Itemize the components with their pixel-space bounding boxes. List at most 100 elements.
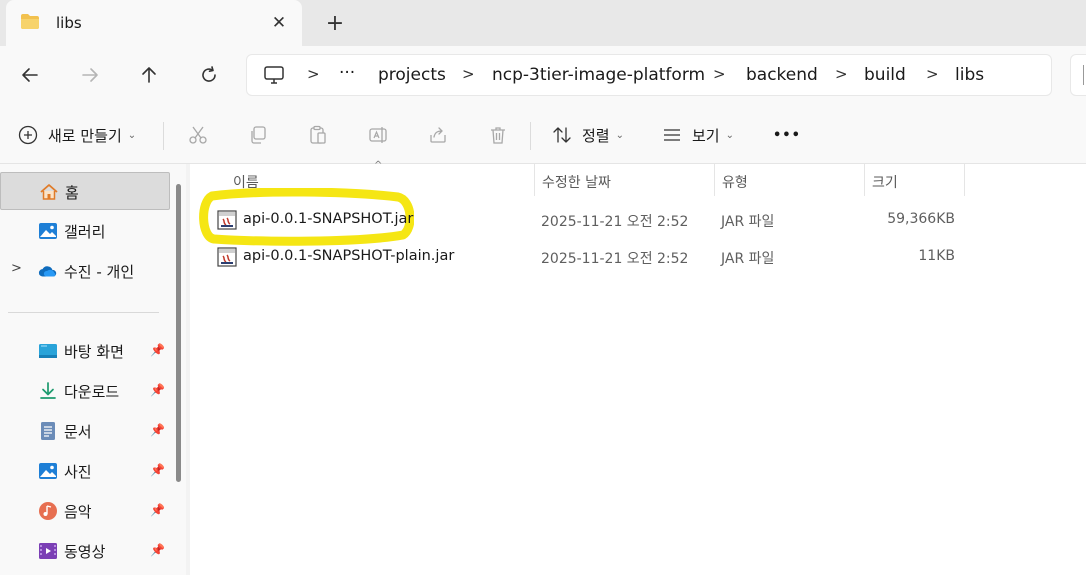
sidebar-item-home[interactable]: 홈 <box>0 172 170 210</box>
videos-icon <box>38 541 58 561</box>
sidebar-item-music[interactable]: 음악 📌 <box>0 492 170 530</box>
sidebar-item-pictures[interactable]: 사진 📌 <box>0 452 170 490</box>
tab-close-icon[interactable]: ✕ <box>268 12 290 34</box>
file-size: 59,366KB <box>887 211 955 227</box>
breadcrumb-separator: > <box>713 65 726 83</box>
pin-icon[interactable]: 📌 <box>150 343 165 357</box>
file-list: ^ 이름 수정한 날짜 유형 크기 api-0.0.1-SNAPSHOT.jar… <box>190 160 1086 575</box>
tab-bar: libs ✕ + <box>0 0 1086 46</box>
sidebar-item-label: 동영상 <box>64 543 106 561</box>
pin-icon[interactable]: 📌 <box>150 463 165 477</box>
refresh-button[interactable] <box>194 60 224 90</box>
sidebar-item-label: 음악 <box>64 503 92 521</box>
sidebar-item-onedrive[interactable]: > 수진 - 개인 <box>0 252 170 290</box>
pin-icon[interactable]: 📌 <box>150 503 165 517</box>
breadcrumb-item-backend[interactable]: backend <box>746 65 818 85</box>
column-divider[interactable] <box>714 164 715 196</box>
chevron-right-icon[interactable]: > <box>11 261 22 276</box>
onedrive-cloud-icon <box>38 261 58 281</box>
column-divider[interactable] <box>534 164 535 196</box>
file-size: 11KB <box>918 248 955 264</box>
file-modified-date: 2025-11-21 오전 2:52 <box>541 251 689 267</box>
command-bar: 새로 만들기 ⌄ 정렬 ⌄ 보기 ⌄ ••• <box>0 104 1086 164</box>
sidebar-item-label: 문서 <box>64 423 92 441</box>
paste-icon[interactable] <box>306 123 330 147</box>
sidebar-item-label: 갤러리 <box>64 223 106 241</box>
sort-button-label: 정렬 <box>582 126 610 145</box>
gallery-icon <box>38 221 58 241</box>
breadcrumb-item-libs[interactable]: libs <box>955 65 984 85</box>
documents-icon <box>38 421 58 441</box>
file-row[interactable]: api-0.0.1-SNAPSHOT-plain.jar 2025-11-21 … <box>210 240 970 274</box>
breadcrumb-item-ncp-3tier-image-platform[interactable]: ncp-3tier-image-platform <box>492 65 705 85</box>
sidebar-item-label: 수진 - 개인 <box>64 263 135 281</box>
pin-icon[interactable]: 📌 <box>150 383 165 397</box>
sort-button[interactable]: 정렬 ⌄ <box>552 122 624 148</box>
copy-icon[interactable] <box>246 123 270 147</box>
sort-icon <box>553 127 571 143</box>
file-row[interactable]: api-0.0.1-SNAPSHOT.jar 2025-11-21 오전 2:5… <box>210 203 970 237</box>
download-icon <box>38 381 58 401</box>
up-button[interactable] <box>134 60 164 90</box>
file-type: JAR 파일 <box>721 214 775 230</box>
column-header-type[interactable]: 유형 <box>722 172 748 192</box>
search-input[interactable] <box>1070 54 1086 96</box>
sidebar-item-documents[interactable]: 문서 📌 <box>0 412 170 450</box>
plus-circle-icon <box>18 125 38 145</box>
breadcrumb-overflow-button[interactable]: ··· <box>339 63 355 83</box>
folder-icon <box>20 13 40 35</box>
home-icon <box>39 182 59 202</box>
column-header-size[interactable]: 크기 <box>872 172 898 192</box>
breadcrumb-item-build[interactable]: build <box>864 65 906 85</box>
navigation-row: > ··· projects > ncp-3tier-image-platfor… <box>0 46 1086 104</box>
pin-icon[interactable]: 📌 <box>150 543 165 557</box>
sidebar-item-gallery[interactable]: 갤러리 <box>0 212 170 250</box>
sidebar-item-videos[interactable]: 동영상 📌 <box>0 532 170 570</box>
more-options-button[interactable]: ••• <box>773 122 801 148</box>
file-name[interactable]: api-0.0.1-SNAPSHOT.jar <box>243 211 413 227</box>
share-icon[interactable] <box>426 123 450 147</box>
view-list-icon <box>664 129 680 141</box>
this-pc-icon[interactable] <box>263 65 285 89</box>
view-button-label: 보기 <box>692 126 720 145</box>
sidebar-divider <box>8 312 159 313</box>
cut-icon[interactable] <box>186 123 210 147</box>
navigation-pane: 홈 갤러리 > 수진 - 개인 바탕 화면 📌 다운로드 📌 문서 📌 사진 📌… <box>0 164 186 575</box>
java-jar-file-icon <box>216 246 238 268</box>
column-divider[interactable] <box>864 164 865 196</box>
file-name[interactable]: api-0.0.1-SNAPSHOT-plain.jar <box>243 248 454 264</box>
refresh-icon <box>202 66 216 82</box>
sidebar-item-desktop[interactable]: 바탕 화면 📌 <box>0 332 170 370</box>
music-icon <box>38 501 58 521</box>
column-header-modified[interactable]: 수정한 날짜 <box>542 172 611 192</box>
arrow-left-icon <box>22 68 38 82</box>
pictures-icon <box>38 461 58 481</box>
desktop-icon <box>38 341 58 361</box>
breadcrumb-separator: > <box>462 65 475 83</box>
forward-button[interactable] <box>75 60 105 90</box>
sidebar-scrollbar[interactable] <box>176 184 181 482</box>
new-button-label: 새로 만들기 <box>48 126 122 145</box>
breadcrumb-separator: > <box>835 65 848 83</box>
new-tab-button[interactable]: + <box>322 12 348 38</box>
breadcrumb-item-projects[interactable]: projects <box>378 65 446 85</box>
breadcrumb-separator: > <box>926 65 939 83</box>
address-bar[interactable]: > ··· projects > ncp-3tier-image-platfor… <box>246 54 1052 96</box>
arrow-up-icon <box>142 67 156 83</box>
arrow-right-icon <box>82 68 98 82</box>
sidebar-item-label: 홈 <box>65 184 79 202</box>
divider <box>163 122 164 150</box>
breadcrumb-separator: > <box>307 65 320 83</box>
column-divider[interactable] <box>964 164 965 196</box>
back-button[interactable] <box>15 60 45 90</box>
sidebar-item-downloads[interactable]: 다운로드 📌 <box>0 372 170 410</box>
tab-libs[interactable]: libs ✕ <box>6 0 302 46</box>
pin-icon[interactable]: 📌 <box>150 423 165 437</box>
divider <box>530 122 531 150</box>
new-button[interactable]: 새로 만들기 ⌄ <box>18 122 136 148</box>
chevron-down-icon: ⌄ <box>725 129 734 141</box>
tab-title: libs <box>56 14 82 32</box>
delete-icon[interactable] <box>486 123 510 147</box>
view-button[interactable]: 보기 ⌄ <box>662 122 734 148</box>
rename-icon[interactable] <box>366 123 390 147</box>
